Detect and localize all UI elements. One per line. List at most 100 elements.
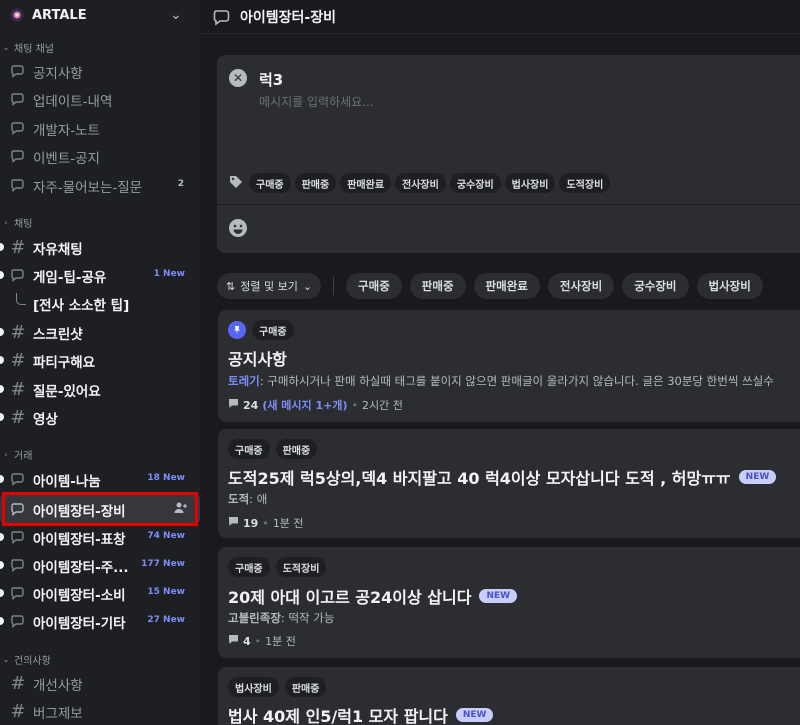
post-meta: 19 • 1분 전 (228, 515, 304, 531)
tag-thief-gear[interactable]: 도적장비 (559, 173, 611, 193)
forum-icon (8, 118, 28, 138)
sort-label: 정렬 및 보기 (240, 280, 298, 293)
post-card[interactable]: 구매중 도적장비 20제 아대 이고르 공24이상 삽니다 NEW 고블린족장:… (218, 547, 800, 658)
sidebar-item-market-consumables[interactable]: 아이템장터-소비 15 New (0, 579, 200, 607)
collapse-arrow-icon: › (4, 217, 8, 227)
sidebar-item-market-stars[interactable]: 아이템장터-표창 74 New (0, 523, 200, 551)
post-body-input[interactable]: 메시지를 입력하세요... (259, 93, 374, 110)
post-preview-text: 애 (256, 492, 268, 506)
channel-name: 질문-있어요 (33, 384, 101, 400)
sidebar-item-notice[interactable]: 공지사항 (0, 57, 200, 85)
post-card[interactable]: 법사장비 판매중 법사 40제 인5/럭1 모자 팝니다 NEW (218, 667, 800, 725)
meta-separator: • (351, 398, 359, 412)
meta-separator: • (262, 516, 269, 530)
sidebar-item-videos[interactable]: # 영상 (0, 403, 200, 431)
post-title-text: 20제 아대 이고르 공24이상 삽니다 (228, 588, 472, 607)
sidebar-item-market-equipment[interactable]: 아이템장터-장비 (0, 495, 200, 523)
tag-sold[interactable]: 판매완료 (340, 173, 392, 193)
channel-name: 버그제보 (33, 706, 83, 722)
filter-archer-gear[interactable]: 궁수장비 (622, 273, 689, 299)
forum-icon (8, 583, 28, 603)
post-title-input[interactable]: 럭3 (259, 69, 283, 90)
filter-mage-gear[interactable]: 법사장비 (696, 273, 763, 299)
category-chat-channels[interactable]: ⌄ 채팅 채널 (0, 40, 54, 55)
tag-icon (230, 176, 242, 188)
add-member-icon[interactable] (174, 501, 188, 519)
sort-and-view-button[interactable]: ⇅ 정렬 및 보기 ⌄ (217, 273, 322, 299)
post-time: 1분 전 (265, 635, 296, 648)
emoji-icon[interactable] (228, 218, 248, 238)
post-tag: 판매중 (275, 439, 318, 459)
channel-name: 영상 (33, 412, 58, 428)
sidebar-item-game-tips[interactable]: 게임-팁-공유 1 New (0, 261, 200, 289)
comment-icon (228, 516, 239, 530)
filter-buying[interactable]: 구매중 (346, 273, 402, 299)
channel-name: 파티구해요 (33, 355, 96, 371)
channel-sidebar: ARTALE ⌄ ⌄ 채팅 채널 공지사항 업데이트-내역 개발자-노트 이벤트… (0, 0, 200, 725)
post-title: 도적25제 럭5상의,덱4 바지팔고 40 럭4이상 모자삽니다 도적 , 허망… (228, 465, 777, 489)
unread-dot (0, 328, 4, 336)
comment-icon (228, 634, 239, 648)
tag-archer-gear[interactable]: 궁수장비 (449, 173, 501, 193)
composer-divider (217, 204, 800, 205)
server-icon (10, 8, 24, 22)
new-badge: NEW (455, 708, 494, 722)
new-count-badge: 15 New (147, 587, 185, 597)
sidebar-item-update-log[interactable]: 업데이트-내역 (0, 85, 200, 113)
forum-icon (8, 89, 28, 109)
sidebar-item-market-scrolls[interactable]: 아이템장터-주... 177 New (0, 551, 200, 579)
tag-selling[interactable]: 판매중 (294, 173, 337, 193)
post-card[interactable]: 구매중 공지사항 토레기: 구매하시거나 판매 하실때 태그를 붙이지 않으면 … (218, 310, 800, 422)
sidebar-item-thread-tips[interactable]: [전사 소소한 팁] (0, 289, 200, 317)
collapse-arrow-icon: ⌄ (2, 42, 10, 52)
comment-icon (228, 398, 239, 412)
unread-dot (0, 243, 4, 251)
hash-icon: # (10, 406, 26, 428)
post-tags: 구매중 판매중 (228, 439, 318, 459)
forum-icon (8, 61, 28, 81)
post-preview-text: 구매하시거나 판매 하실때 태그를 붙이지 않으면 판매글이 올라가지 않습니다… (267, 374, 774, 388)
channel-name: 아이템장터-주... (33, 560, 129, 576)
category-suggestions[interactable]: ⌄ 건의사항 (0, 652, 51, 667)
new-badge: NEW (479, 589, 518, 603)
unread-dot (0, 385, 4, 393)
hash-icon: # (10, 349, 26, 371)
filter-selling[interactable]: 판매중 (409, 273, 466, 299)
mention-count: 2 (177, 179, 184, 189)
filter-warrior-gear[interactable]: 전사장비 (547, 273, 615, 299)
sidebar-item-screenshots[interactable]: # 스크린샷 (0, 318, 200, 346)
sidebar-item-event-notice[interactable]: 이벤트-공지 (0, 142, 200, 170)
unread-dot (0, 413, 4, 421)
category-label: 채팅 채널 (14, 43, 54, 55)
forum-icon (213, 9, 230, 26)
post-preview: 토레기: 구매하시거나 판매 하실때 태그를 붙이지 않으면 판매글이 올라가지… (228, 373, 774, 389)
sidebar-item-bug-report[interactable]: # 버그제보 (0, 697, 200, 725)
category-chat[interactable]: › 채팅 (0, 215, 33, 230)
post-card[interactable]: 구매중 판매중 도적25제 럭5상의,덱4 바지팔고 40 럭4이상 모자삽니다… (218, 429, 800, 538)
new-messages-link[interactable]: (새 메시지 1+개) (262, 397, 347, 413)
channel-name: 스크린샷 (33, 327, 83, 343)
sidebar-item-dev-notes[interactable]: 개발자-노트 (0, 114, 200, 142)
category-label: 채팅 (14, 218, 33, 230)
sidebar-item-questions[interactable]: # 질문-있어요 (0, 375, 200, 403)
category-trade[interactable]: › 거래 (0, 447, 32, 462)
close-icon[interactable]: ✕ (229, 69, 247, 87)
sidebar-item-item-share[interactable]: 아이템-나눔 18 New (0, 465, 200, 493)
sidebar-item-free-chat[interactable]: # 자유채팅 (0, 233, 200, 261)
filter-bar: ⇅ 정렬 및 보기 ⌄ 구매중 판매중 판매완료 전사장비 궁수장비 법사장비 (217, 273, 800, 299)
sidebar-item-improvements[interactable]: # 개선사항 (0, 669, 200, 697)
hash-icon: # (10, 236, 26, 258)
sidebar-item-faq[interactable]: 자주-물어보는-질문 2 (0, 171, 200, 199)
tag-warrior-gear[interactable]: 전사장비 (395, 173, 446, 193)
tag-mage-gear[interactable]: 법사장비 (504, 173, 556, 193)
post-meta: 24 (새 메시지 1+개) • 2시간 전 (228, 397, 403, 413)
sidebar-item-market-etc[interactable]: 아이템장터-기타 27 New (0, 607, 200, 635)
post-preview: 고블린족장: 떡작 가능 (228, 610, 334, 626)
tag-buying[interactable]: 구매중 (249, 173, 291, 193)
filter-sold[interactable]: 판매완료 (473, 273, 540, 299)
sidebar-item-party[interactable]: # 파티구해요 (0, 346, 200, 374)
server-header[interactable]: ARTALE ⌄ (0, 0, 200, 30)
chevron-down-icon[interactable]: ⌄ (170, 7, 182, 23)
unread-dot (0, 475, 4, 483)
post-tag: 구매중 (228, 557, 270, 577)
